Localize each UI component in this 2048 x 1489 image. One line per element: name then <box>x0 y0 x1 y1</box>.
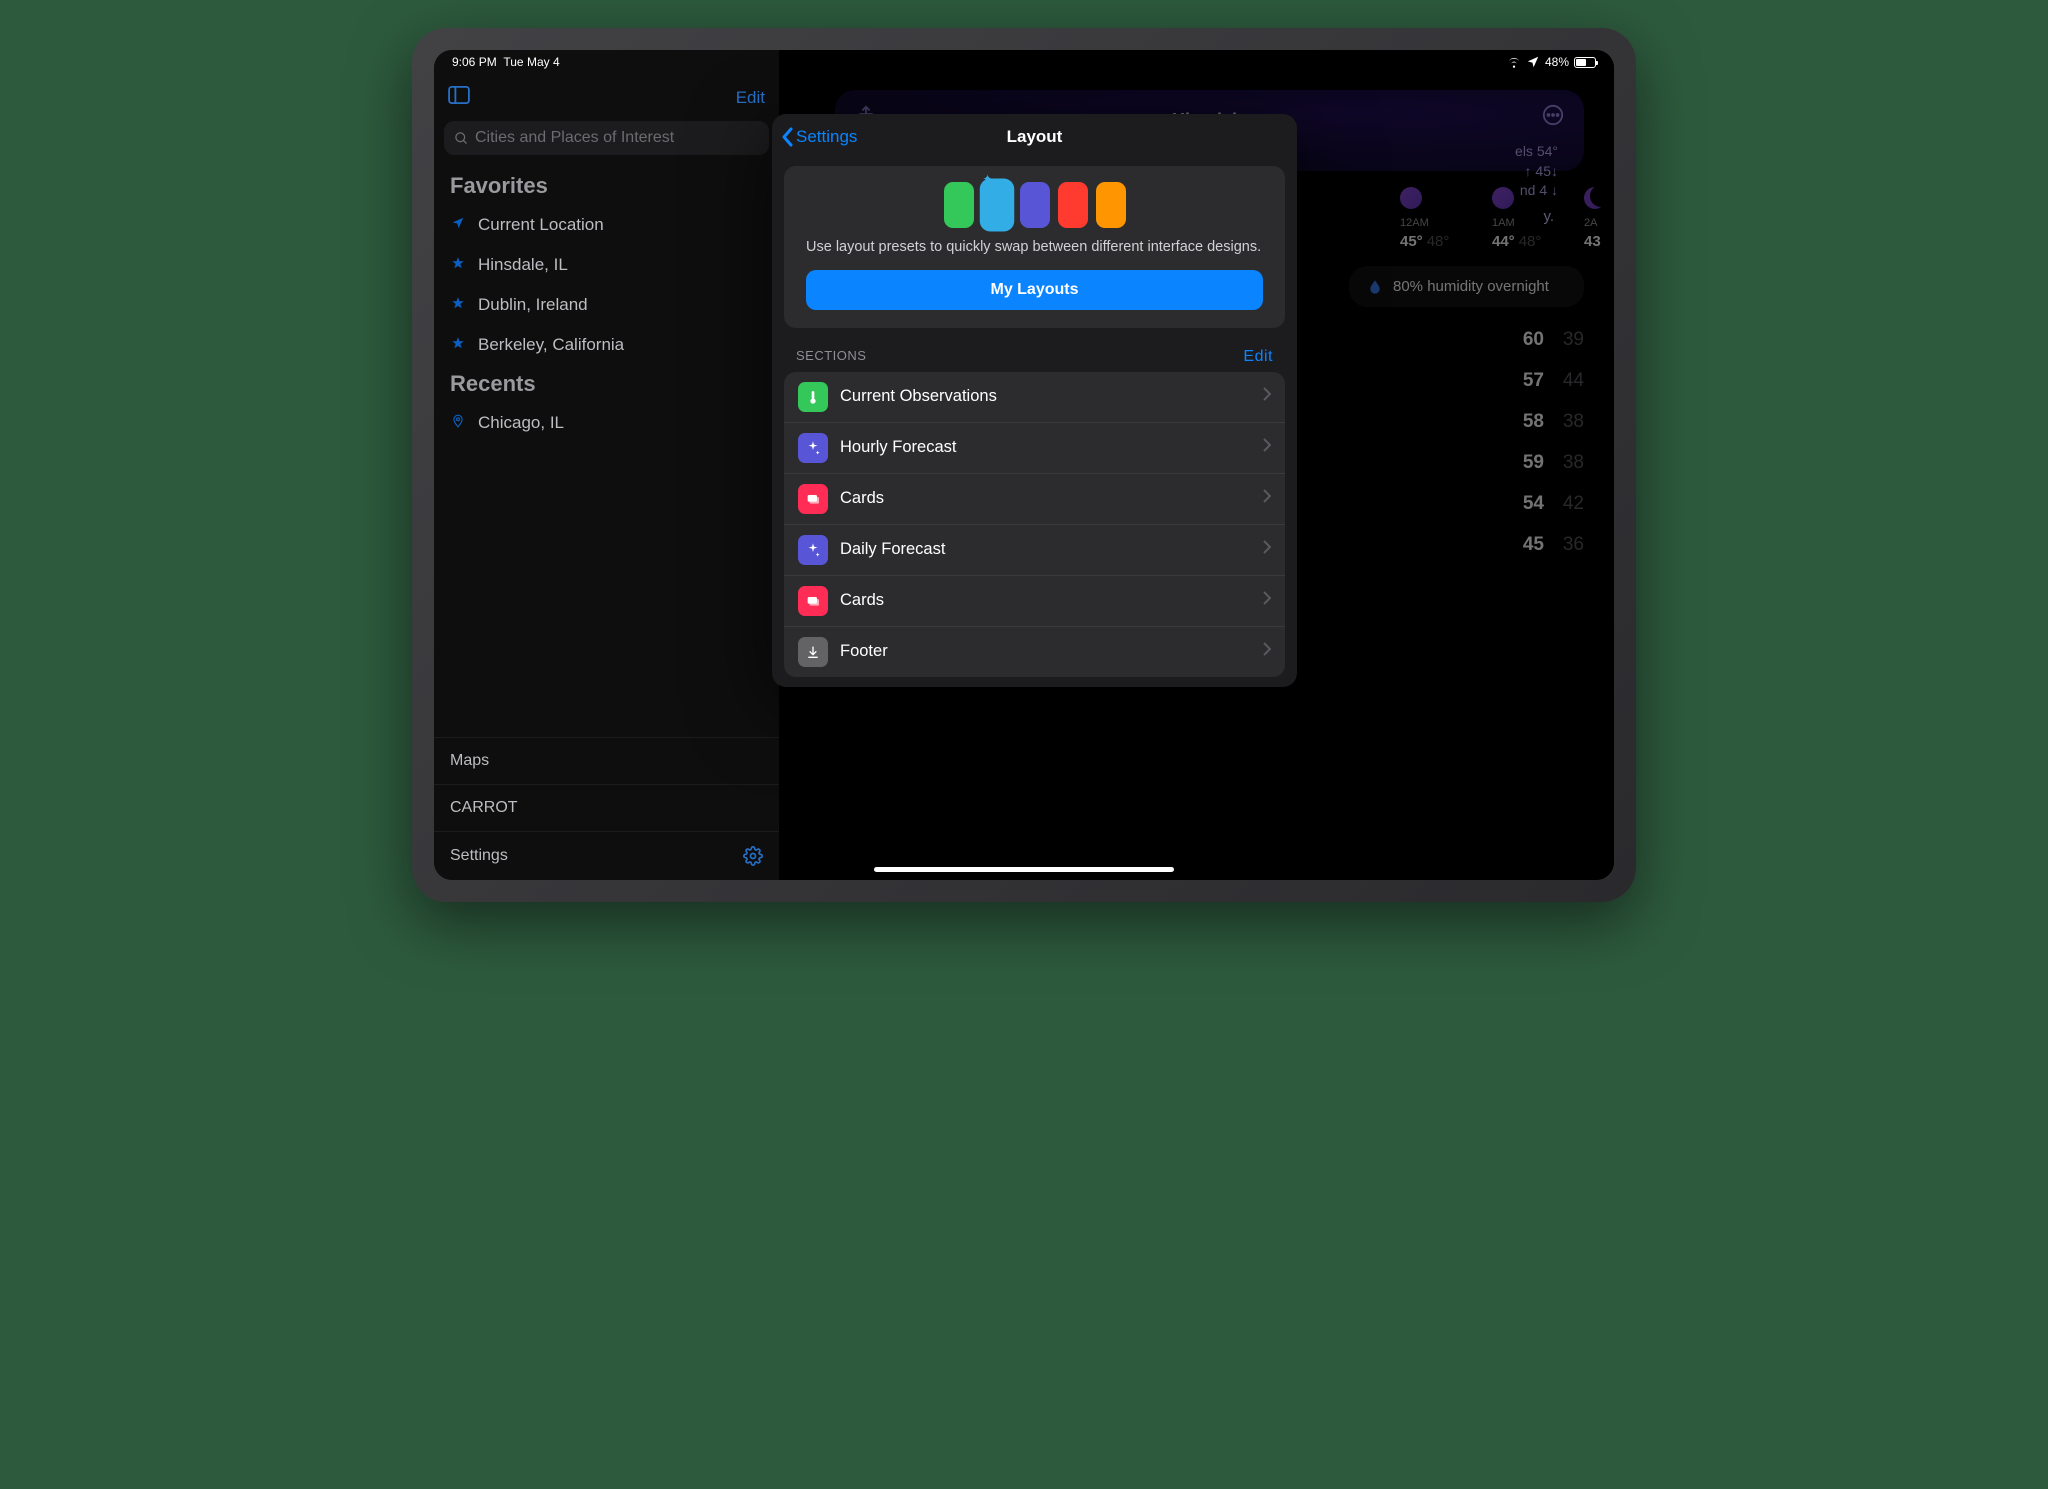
sidebar-item-berkeley[interactable]: Berkeley, California <box>434 325 779 365</box>
sidebar-toggle-icon[interactable] <box>448 86 470 109</box>
row-badge-icon <box>798 484 828 514</box>
hour-col: 12AM 45°48° <box>1400 187 1470 250</box>
pin-icon <box>450 413 466 433</box>
sheet-title: Layout <box>1007 127 1063 147</box>
sidebar: Edit Cities and Places of Interest Favor… <box>434 50 779 880</box>
row-badge-icon <box>798 433 828 463</box>
section-row[interactable]: Cards <box>784 576 1285 627</box>
humidity-text: 80% humidity overnight <box>1393 278 1549 295</box>
temp-hi: 45 <box>1504 534 1544 556</box>
sidebar-item-hinsdale[interactable]: Hinsdale, IL <box>434 245 779 285</box>
location-arrow-icon <box>450 215 466 235</box>
wifi-icon <box>1507 55 1521 69</box>
sections-edit-button[interactable]: Edit <box>1243 348 1273 366</box>
search-icon <box>454 131 469 146</box>
search-placeholder: Cities and Places of Interest <box>475 129 674 147</box>
row-badge-icon <box>798 586 828 616</box>
back-button[interactable]: Settings <box>782 127 857 147</box>
temp-lo: 44 <box>1544 370 1584 392</box>
chevron-right-icon <box>1263 642 1271 661</box>
status-time: 9:06 PM Tue May 4 <box>452 55 560 69</box>
gear-icon <box>743 846 763 866</box>
ipad-frame: 9:06 PM Tue May 4 48% Edit <box>412 28 1636 902</box>
moon-icon <box>1584 187 1606 209</box>
chevron-right-icon <box>1263 489 1271 508</box>
temp-hi: 54 <box>1504 493 1544 515</box>
sheet-nav: Settings Layout <box>772 114 1297 160</box>
search-input[interactable]: Cities and Places of Interest <box>444 121 769 155</box>
sidebar-settings[interactable]: Settings <box>434 831 779 880</box>
layouts-promo: ✦ Use layout presets to quickly swap bet… <box>784 166 1285 328</box>
sidebar-item-label: Current Location <box>478 215 604 235</box>
favorites-header: Favorites <box>434 167 779 205</box>
section-row[interactable]: Hourly Forecast <box>784 423 1285 474</box>
swatch <box>1058 182 1088 228</box>
layout-sheet: Settings Layout ✦ Use layout presets to … <box>772 114 1297 687</box>
humidity-card[interactable]: 80% humidity overnight <box>1349 266 1584 307</box>
chevron-left-icon <box>782 127 794 147</box>
chevron-right-icon <box>1263 591 1271 610</box>
preset-swatches: ✦ <box>806 182 1263 228</box>
observation-snippets: els 54° ↑ 45↓ nd 4 ↓ <box>1515 142 1558 201</box>
chevron-right-icon <box>1263 387 1271 406</box>
chevron-right-icon <box>1263 540 1271 559</box>
row-badge-icon <box>798 382 828 412</box>
battery-pct: 48% <box>1545 55 1569 69</box>
my-layouts-button[interactable]: My Layouts <box>806 270 1263 310</box>
section-row[interactable]: Daily Forecast <box>784 525 1285 576</box>
sidebar-item-label: Hinsdale, IL <box>478 255 568 275</box>
sidebar-item-dublin[interactable]: Dublin, Ireland <box>434 285 779 325</box>
moon-icon <box>1400 187 1422 209</box>
temp-hi: 59 <box>1504 452 1544 474</box>
promo-text: Use layout presets to quickly swap betwe… <box>806 238 1263 258</box>
star-icon <box>450 255 466 275</box>
temp-hi: 57 <box>1504 370 1544 392</box>
sidebar-carrot[interactable]: CARROT <box>434 784 779 831</box>
moon-icon <box>1492 187 1514 209</box>
section-row[interactable]: Current Observations <box>784 372 1285 423</box>
chevron-right-icon <box>1263 438 1271 457</box>
sidebar-maps[interactable]: Maps <box>434 737 779 784</box>
sections-list: Current Observations Hourly Forecast Car… <box>784 372 1285 677</box>
row-label: Cards <box>840 591 1251 610</box>
sidebar-item-label: Chicago, IL <box>478 413 564 433</box>
row-badge-icon <box>798 637 828 667</box>
battery-icon <box>1574 57 1596 68</box>
sidebar-item-chicago[interactable]: Chicago, IL <box>434 403 779 443</box>
row-label: Current Observations <box>840 387 1251 406</box>
swatch <box>1020 182 1050 228</box>
section-row[interactable]: Cards <box>784 474 1285 525</box>
temp-hi: 60 <box>1504 329 1544 351</box>
row-label: Cards <box>840 489 1251 508</box>
more-icon[interactable] <box>1542 104 1564 126</box>
location-services-icon <box>1526 55 1540 69</box>
star-icon <box>450 295 466 315</box>
hour-col: 2A 43 <box>1584 187 1614 250</box>
sidebar-item-label: Berkeley, California <box>478 335 624 355</box>
temp-hi: 58 <box>1504 411 1544 433</box>
temp-lo: 39 <box>1544 329 1584 351</box>
temp-lo: 36 <box>1544 534 1584 556</box>
sidebar-item-label: Dublin, Ireland <box>478 295 588 315</box>
row-label: Footer <box>840 642 1251 661</box>
sidebar-item-current-location[interactable]: Current Location <box>434 205 779 245</box>
home-indicator[interactable] <box>874 867 1174 872</box>
row-badge-icon <box>798 535 828 565</box>
swatch <box>1096 182 1126 228</box>
swatch-active <box>979 179 1014 232</box>
recents-header: Recents <box>434 365 779 403</box>
swatch <box>944 182 974 228</box>
row-label: Daily Forecast <box>840 540 1251 559</box>
temp-lo: 38 <box>1544 411 1584 433</box>
star-icon <box>450 335 466 355</box>
sections-label: SECTIONS <box>796 348 866 366</box>
temp-lo: 38 <box>1544 452 1584 474</box>
row-label: Hourly Forecast <box>840 438 1251 457</box>
sidebar-edit-button[interactable]: Edit <box>736 88 765 108</box>
screen: 9:06 PM Tue May 4 48% Edit <box>434 50 1614 880</box>
humidity-icon <box>1367 279 1383 295</box>
temp-lo: 42 <box>1544 493 1584 515</box>
section-row[interactable]: Footer <box>784 627 1285 677</box>
status-bar: 9:06 PM Tue May 4 48% <box>434 50 1614 74</box>
